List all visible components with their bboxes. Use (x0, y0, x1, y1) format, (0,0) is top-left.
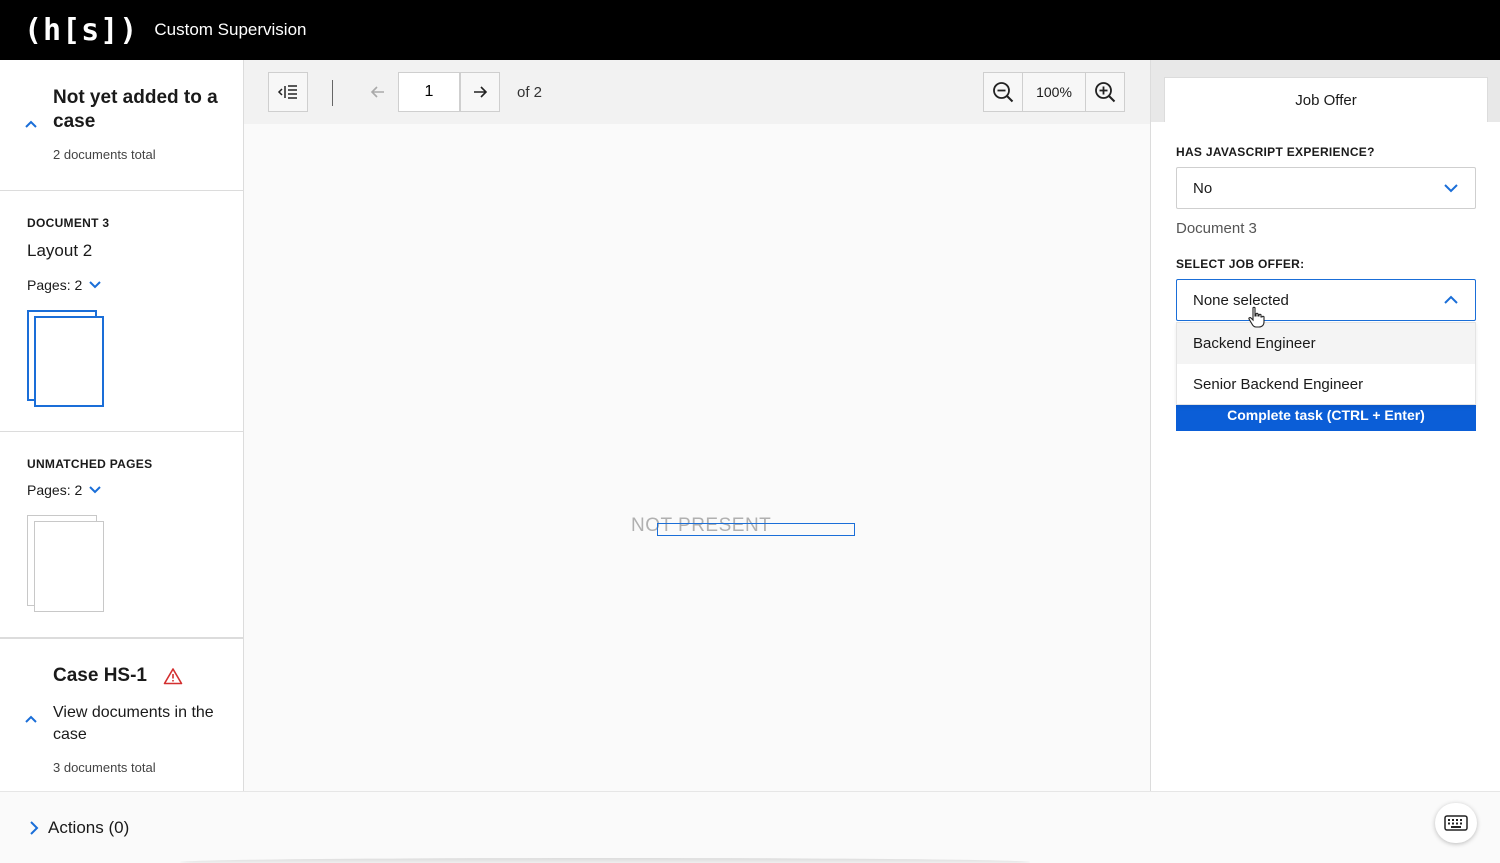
document-viewer: of 2 100% NOT PRESENT (244, 60, 1150, 791)
next-page-button[interactable] (460, 72, 500, 112)
arrow-right-icon (474, 86, 488, 98)
group-not-in-case: Not yet added to a case 2 documents tota… (0, 60, 243, 191)
zoom-in-button[interactable] (1085, 72, 1125, 112)
job-offer-dropdown: Backend Engineer Senior Backend Engineer (1176, 322, 1476, 405)
zoom-level: 100% (1022, 72, 1086, 112)
document-pages-count: Pages: 2 (27, 277, 83, 293)
chevron-down-icon[interactable] (88, 483, 102, 497)
app-title: Custom Supervision (154, 20, 307, 39)
job-offer-label: SELECT JOB OFFER: (1176, 257, 1305, 271)
job-offer-value: None selected (1193, 291, 1289, 309)
warning-icon (163, 668, 183, 685)
option-backend-engineer[interactable]: Backend Engineer (1177, 323, 1475, 364)
js-experience-select[interactable]: No (1176, 167, 1476, 209)
chevron-right-icon (30, 821, 39, 835)
chevron-up-icon (1444, 295, 1458, 304)
chevron-down-icon[interactable] (88, 278, 102, 292)
unmatched-label: UNMATCHED PAGES (27, 457, 153, 471)
option-senior-backend-engineer[interactable]: Senior Backend Engineer (1177, 364, 1475, 405)
toggle-sidebar-button[interactable] (268, 72, 308, 112)
hand-cursor-icon (1248, 306, 1265, 328)
case-hs-1-section: Case HS-1 View documents in the case 3 d… (0, 639, 243, 791)
case-doc-count: 3 documents total (53, 760, 156, 775)
actions-bar: Actions (0) (0, 791, 1500, 863)
arrow-left-icon (370, 86, 384, 98)
case-title-text: Case HS-1 (53, 665, 147, 686)
previous-page-button[interactable] (358, 72, 398, 112)
highlight-box (657, 523, 855, 536)
document-name: Layout 2 (27, 241, 93, 260)
js-experience-label: HAS JAVASCRIPT EXPERIENCE? (1176, 145, 1375, 159)
group-title[interactable]: Not yet added to a case (53, 86, 233, 134)
document-pages-toggle[interactable]: Pages: 2 (27, 277, 102, 293)
unmatched-pages-count: Pages: 2 (27, 482, 83, 498)
zoom-out-icon (993, 82, 1014, 103)
tab-job-offer[interactable]: Job Offer (1164, 77, 1488, 122)
chevron-up-icon[interactable] (24, 712, 38, 726)
unmatched-pages-section: UNMATCHED PAGES Pages: 2 (0, 432, 243, 639)
js-experience-value: No (1193, 179, 1213, 197)
document-reference: Document 3 (1176, 220, 1257, 237)
zoom-in-icon (1095, 82, 1116, 103)
fields-panel: Job Offer HAS JAVASCRIPT EXPERIENCE? No … (1150, 60, 1500, 791)
actions-toggle[interactable]: Actions (0) (28, 818, 129, 838)
document-3-section: DOCUMENT 3 Layout 2 Pages: 2 (0, 191, 243, 432)
page-thumbnail[interactable] (34, 316, 104, 407)
document-sidebar: Not yet added to a case 2 documents tota… (0, 60, 244, 791)
zoom-out-button[interactable] (983, 72, 1023, 112)
collapse-list-icon (277, 85, 297, 99)
case-description[interactable]: View documents in the case (53, 702, 233, 746)
chevron-down-icon (1444, 184, 1458, 193)
keyboard-shortcuts-button[interactable] (1435, 803, 1477, 843)
unmatched-pages-toggle[interactable]: Pages: 2 (27, 482, 102, 498)
chevron-up-icon[interactable] (24, 117, 38, 131)
keyboard-icon (1444, 815, 1468, 831)
panel-tabs: Job Offer (1151, 60, 1500, 122)
viewer-toolbar: of 2 100% (244, 60, 1150, 124)
bottom-shadow (180, 858, 1030, 863)
page-number-input[interactable] (398, 72, 460, 112)
job-offer-select[interactable]: None selected (1176, 279, 1476, 321)
unmatched-thumbnail[interactable] (34, 521, 104, 612)
app-logo[interactable]: (h[s]) (24, 13, 138, 48)
page-total: of 2 (517, 84, 543, 101)
toolbar-divider (332, 80, 333, 106)
group-doc-count: 2 documents total (53, 147, 156, 162)
case-title[interactable]: Case HS-1 (53, 665, 183, 687)
document-label: DOCUMENT 3 (27, 216, 110, 230)
actions-label: Actions (0) (48, 818, 130, 837)
top-bar: (h[s]) Custom Supervision (0, 0, 1500, 60)
